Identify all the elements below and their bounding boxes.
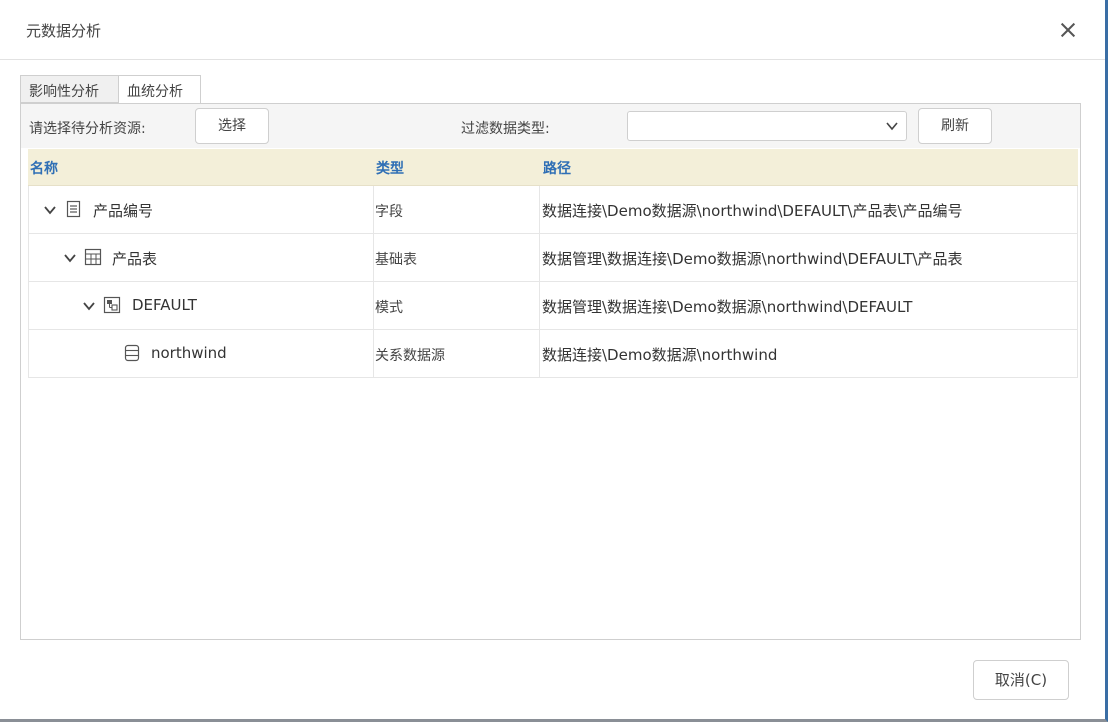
cancel-button[interactable]: 取消(C) — [973, 660, 1069, 700]
filter-type-select[interactable] — [627, 111, 907, 141]
row-type: 关系数据源 — [375, 348, 445, 364]
dialog-titlebar: 元数据分析 — [0, 0, 1105, 60]
table-row[interactable]: DEFAULT 模式 数据管理\数据连接\Demo数据源\northwind\D… — [28, 282, 1078, 330]
row-type: 模式 — [375, 300, 403, 316]
metadata-analysis-dialog: 元数据分析 影响性分析 血统分析 请选择待分析资源: 选择 过滤数据类型: 刷新… — [0, 0, 1108, 722]
column-header-type[interactable]: 类型 — [376, 158, 404, 178]
refresh-button[interactable]: 刷新 — [918, 108, 992, 144]
row-path: 数据管理\数据连接\Demo数据源\northwind\DEFAULT — [542, 298, 913, 316]
chevron-down-icon — [886, 122, 898, 131]
chevron-down-icon[interactable] — [63, 251, 77, 265]
row-path: 数据连接\Demo数据源\northwind — [542, 346, 778, 364]
table-header: 名称 类型 路径 — [28, 149, 1078, 186]
filter-type-label: 过滤数据类型: — [461, 121, 550, 137]
table-icon — [84, 248, 102, 266]
row-type: 基础表 — [375, 252, 417, 268]
row-name: 产品表 — [112, 250, 158, 268]
tab-impact-analysis[interactable]: 影响性分析 — [20, 75, 118, 103]
database-icon — [124, 344, 140, 362]
close-icon[interactable] — [1054, 16, 1082, 44]
dialog-title: 元数据分析 — [26, 22, 102, 40]
column-header-name[interactable]: 名称 — [30, 158, 58, 178]
field-icon — [66, 200, 81, 218]
row-path: 数据管理\数据连接\Demo数据源\northwind\DEFAULT\产品表 — [542, 250, 963, 268]
lineage-panel: 请选择待分析资源: 选择 过滤数据类型: 刷新 名称 类型 路径 产品编号 字段 — [20, 103, 1081, 640]
schema-icon — [103, 296, 121, 314]
toolbar: 请选择待分析资源: 选择 过滤数据类型: 刷新 — [21, 104, 1080, 148]
tab-lineage-analysis[interactable]: 血统分析 — [118, 75, 201, 104]
chevron-down-icon[interactable] — [43, 203, 57, 217]
row-type: 字段 — [375, 204, 403, 220]
column-header-path[interactable]: 路径 — [543, 158, 571, 178]
choose-button[interactable]: 选择 — [195, 108, 269, 144]
row-name: northwind — [151, 344, 227, 362]
row-path: 数据连接\Demo数据源\northwind\DEFAULT\产品表\产品编号 — [542, 202, 963, 220]
table-row[interactable]: northwind 关系数据源 数据连接\Demo数据源\northwind — [28, 330, 1078, 378]
row-name: DEFAULT — [132, 296, 197, 314]
chevron-down-icon[interactable] — [82, 299, 96, 313]
row-name: 产品编号 — [93, 202, 154, 220]
resource-label: 请选择待分析资源: — [29, 121, 146, 137]
table-row[interactable]: 产品表 基础表 数据管理\数据连接\Demo数据源\northwind\DEFA… — [28, 234, 1078, 282]
table-row[interactable]: 产品编号 字段 数据连接\Demo数据源\northwind\DEFAULT\产… — [28, 186, 1078, 234]
